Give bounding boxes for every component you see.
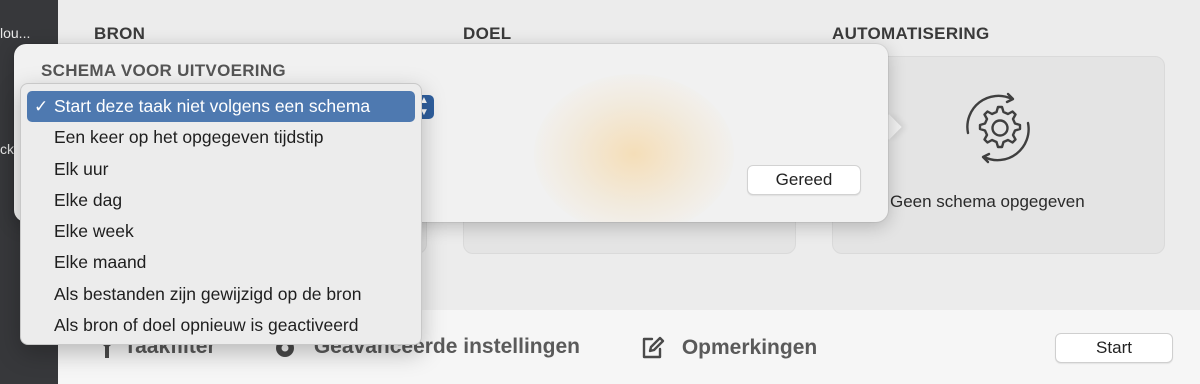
sidebar-item-label[interactable]: ck	[0, 141, 14, 157]
schedule-option[interactable]: Een keer op het opgegeven tijdstip	[27, 122, 415, 153]
schedule-option-label: Een keer op het opgegeven tijdstip	[54, 127, 324, 148]
checkmark-icon: ✓	[34, 97, 49, 116]
source-column-title: BRON	[94, 24, 146, 43]
target-column-title: DOEL	[463, 24, 512, 43]
schedule-option-label: Start deze taak niet volgens een schema	[54, 96, 371, 116]
schedule-option[interactable]: Elke maand	[27, 247, 415, 278]
popover-glow	[534, 74, 734, 222]
sidebar-item-label[interactable]: lou...	[0, 25, 30, 41]
automation-column-title: AUTOMATISERING	[832, 24, 990, 43]
schedule-option-label: Elke dag	[54, 189, 123, 210]
schedule-dropdown-menu: ✓ Start deze taak niet volgens een schema…	[20, 83, 422, 345]
popover-title: SCHEMA VOOR UITVOERING	[41, 61, 286, 80]
schedule-option[interactable]: ✓ Start deze taak niet volgens een schema	[27, 91, 415, 123]
automation-status: Geen schema opgegeven	[890, 192, 1085, 211]
schedule-option-label: Als bestanden zijn gewijzigd op de bron	[54, 283, 362, 304]
schedule-option-label: Elke maand	[54, 252, 147, 273]
done-button[interactable]: Gereed	[747, 165, 861, 195]
schedule-option[interactable]: Als bestanden zijn gewijzigd op de bron	[27, 279, 415, 310]
notes-label: Opmerkingen	[681, 335, 818, 359]
start-button[interactable]: Start	[1055, 333, 1173, 363]
notes-button[interactable]: Opmerkingen	[640, 335, 817, 361]
schedule-option[interactable]: Elke week	[27, 216, 415, 247]
gear-sync-icon	[955, 85, 1041, 171]
schedule-option-label: Als bron of doel opnieuw is geactiveerd	[54, 315, 359, 336]
schedule-option-label: Elk uur	[54, 158, 109, 179]
schedule-option[interactable]: Als bron of doel opnieuw is geactiveerd	[27, 310, 415, 341]
schedule-option[interactable]: Elk uur	[27, 154, 415, 185]
schedule-option[interactable]: Elke dag	[27, 185, 415, 216]
schedule-option-label: Elke week	[54, 221, 134, 242]
note-edit-icon	[640, 335, 666, 361]
